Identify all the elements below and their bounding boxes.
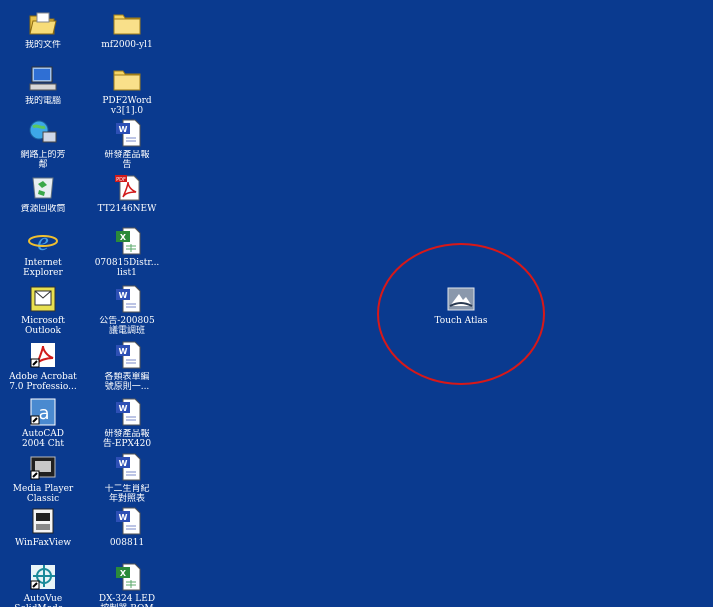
desktop-icon-winfaxview[interactable]: WinFaxView xyxy=(8,506,78,564)
autocad-icon: a xyxy=(27,397,59,427)
desktop-icon-internet-explorer[interactable]: e Internet Explorer xyxy=(8,226,78,284)
icon-label: 十二生肖紀 年對照表 xyxy=(104,484,150,504)
icon-label: mf2000-yl1 xyxy=(101,40,153,50)
icon-label: Adobe Acrobat 7.0 Professio... xyxy=(9,372,77,392)
icon-label: 各類表單編 號原則一... xyxy=(104,372,150,392)
internet-explorer-icon: e xyxy=(27,226,59,256)
autovue-icon xyxy=(27,562,59,592)
word-document-icon: W xyxy=(111,284,143,314)
desktop-icon-network[interactable]: 網路上的芳 鄰 xyxy=(8,118,78,176)
svg-text:W: W xyxy=(119,404,128,413)
folder-open-icon xyxy=(27,8,59,38)
computer-icon xyxy=(27,64,59,94)
word-document-icon: W xyxy=(111,118,143,148)
icon-label: PDF2Word v3[1].0 xyxy=(102,96,152,116)
desktop-icon-008811[interactable]: W 008811 xyxy=(92,506,162,564)
icon-label: DX-324 LED 控制器 BOM xyxy=(98,594,156,607)
icon-label: Media Player Classic xyxy=(12,484,74,504)
svg-text:W: W xyxy=(119,125,128,134)
desktop-icon-my-documents[interactable]: 我的文件 xyxy=(8,8,78,66)
folder-icon xyxy=(111,8,143,38)
desktop-icon-mf2000[interactable]: mf2000-yl1 xyxy=(92,8,162,66)
word-document-icon: W xyxy=(111,506,143,536)
acrobat-icon xyxy=(27,340,59,370)
icon-label: TT2146NEW xyxy=(97,204,157,214)
icon-label: 研發產品報 告-EPX420 xyxy=(102,429,152,449)
excel-document-icon: X xyxy=(111,226,143,256)
svg-text:X: X xyxy=(120,569,127,578)
desktop-icon-recycle-bin[interactable]: 資源回收筒 xyxy=(8,172,78,230)
desktop-icon-autocad[interactable]: a AutoCAD 2004 Cht xyxy=(8,397,78,455)
desktop-icon-autovue[interactable]: AutoVue SolidMode... xyxy=(8,562,78,607)
desktop-icon-pdf2word[interactable]: PDF2Word v3[1].0 xyxy=(92,64,162,122)
svg-text:W: W xyxy=(119,347,128,356)
highlight-circle-annotation xyxy=(377,243,545,385)
svg-text:X: X xyxy=(120,233,127,242)
word-document-icon: W xyxy=(111,340,143,370)
desktop-icon-acrobat[interactable]: Adobe Acrobat 7.0 Professio... xyxy=(8,340,78,398)
icon-label: 網路上的芳 鄰 xyxy=(20,150,66,170)
excel-document-icon: X xyxy=(111,562,143,592)
pdf-document-icon: PDF xyxy=(111,172,143,202)
desktop-icon-my-computer[interactable]: 我的電腦 xyxy=(8,64,78,122)
icon-label: AutoCAD 2004 Cht xyxy=(21,429,65,449)
desktop-icon-outlook[interactable]: Microsoft Outlook xyxy=(8,284,78,342)
outlook-icon xyxy=(27,284,59,314)
desktop-icon-report-epx[interactable]: W 研發產品報 告-EPX420 xyxy=(92,397,162,455)
word-document-icon: W xyxy=(111,452,143,482)
icon-label: 我的文件 xyxy=(24,40,61,50)
media-player-icon xyxy=(27,452,59,482)
icon-label: 008811 xyxy=(109,538,145,548)
desktop-icon-dx324[interactable]: X DX-324 LED 控制器 BOM xyxy=(92,562,162,607)
icon-label: 公告-200805 議電調班 xyxy=(99,316,155,336)
icon-label: Internet Explorer xyxy=(23,258,63,278)
icon-label: 研發產品報 告 xyxy=(104,150,150,170)
recycle-bin-icon xyxy=(27,172,59,202)
svg-text:W: W xyxy=(119,291,128,300)
svg-text:PDF: PDF xyxy=(116,177,126,183)
desktop-icon-announcement[interactable]: W 公告-200805 議電調班 xyxy=(92,284,162,342)
icon-label: WinFaxView xyxy=(14,538,72,548)
desktop-icon-distr-list[interactable]: X 070815Distr... list1 xyxy=(92,226,162,284)
icon-label: Microsoft Outlook xyxy=(21,316,65,336)
fax-icon xyxy=(27,506,59,536)
svg-text:W: W xyxy=(119,459,128,468)
word-document-icon: W xyxy=(111,397,143,427)
desktop-icon-zodiac[interactable]: W 十二生肖紀 年對照表 xyxy=(92,452,162,510)
icon-label: 070815Distr... list1 xyxy=(94,258,160,278)
desktop-icon-tt2146[interactable]: PDF TT2146NEW xyxy=(92,172,162,230)
icon-label: AutoVue SolidMode... xyxy=(14,594,71,607)
svg-text:a: a xyxy=(38,403,49,424)
desktop-icon-media-player[interactable]: Media Player Classic xyxy=(8,452,78,510)
svg-text:W: W xyxy=(119,513,128,522)
desktop-background: 我的文件 我的電腦 網路上的芳 鄰 資源回收筒 e Internet Explo… xyxy=(0,0,713,607)
network-icon xyxy=(27,118,59,148)
desktop-icon-research-report[interactable]: W 研發產品報 告 xyxy=(92,118,162,176)
desktop-icon-forms[interactable]: W 各類表單編 號原則一... xyxy=(92,340,162,398)
svg-text:e: e xyxy=(37,227,49,256)
icon-label: 我的電腦 xyxy=(24,96,61,106)
icon-label: 資源回收筒 xyxy=(20,204,66,214)
folder-icon xyxy=(111,64,143,94)
